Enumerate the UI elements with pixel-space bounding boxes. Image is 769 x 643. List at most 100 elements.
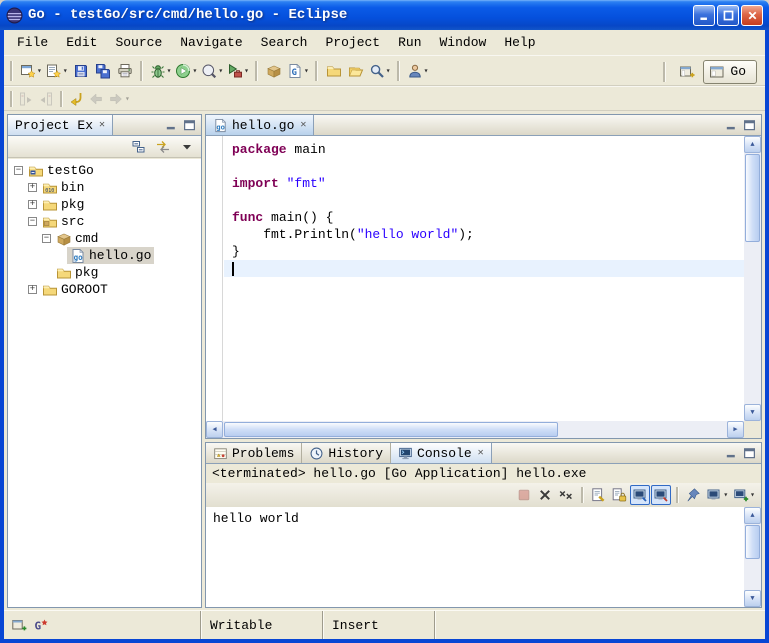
next-annotation-button[interactable] <box>16 89 36 109</box>
dropdown-arrow-icon[interactable]: ▾ <box>37 66 42 76</box>
tree-item-testgo[interactable]: −testGo <box>8 162 201 179</box>
go-perspective-button[interactable]: Go <box>703 60 757 84</box>
minimize-view-button[interactable] <box>724 118 739 133</box>
title-bar[interactable]: Go - testGo/src/cmd/hello.go - Eclipse <box>0 0 769 30</box>
menu-item-help[interactable]: Help <box>495 33 544 52</box>
menu-item-file[interactable]: File <box>8 33 57 52</box>
tree-item-cmd[interactable]: −cmd <box>8 230 201 247</box>
scrollbar-thumb[interactable] <box>745 154 760 242</box>
tree-item-bin[interactable]: +010bin <box>8 179 201 196</box>
dropdown-arrow-icon[interactable]: ▾ <box>192 66 197 76</box>
menu-item-search[interactable]: Search <box>252 33 317 52</box>
menu-item-window[interactable]: Window <box>431 33 496 52</box>
dropdown-arrow-icon[interactable]: ▾ <box>386 66 391 76</box>
code-line[interactable]: package main <box>224 141 744 158</box>
minimize-button[interactable] <box>693 5 715 26</box>
link-with-editor-button[interactable] <box>153 137 173 157</box>
close-tab-icon[interactable]: ✕ <box>300 119 306 131</box>
editor-vertical-scrollbar[interactable]: ▲ ▼ <box>744 136 761 421</box>
open-perspective-button[interactable] <box>676 60 698 84</box>
profile-button[interactable]: ▾ <box>199 59 225 83</box>
scroll-down-icon[interactable]: ▼ <box>744 590 761 607</box>
code-line[interactable]: fmt.Println("hello world"); <box>224 226 744 243</box>
search-button[interactable]: ▾ <box>367 59 393 83</box>
tree-item-hello-go[interactable]: gohello.go <box>8 247 201 264</box>
code-line[interactable]: import "fmt" <box>224 175 744 192</box>
new-go-app-button[interactable]: G▾ <box>285 59 311 83</box>
dropdown-arrow-icon[interactable]: ▾ <box>63 66 68 76</box>
scroll-right-icon[interactable]: ▶ <box>727 421 744 438</box>
open-resource-button[interactable] <box>323 59 345 83</box>
code-line[interactable] <box>224 158 744 175</box>
fast-view-icon[interactable] <box>11 617 27 633</box>
dropdown-arrow-icon[interactable]: ▾ <box>125 94 130 104</box>
tree-expander-icon[interactable]: + <box>28 183 37 192</box>
debug-button[interactable]: ▾ <box>148 59 174 83</box>
forward-button[interactable]: ▾ <box>106 89 132 109</box>
tab-problems[interactable]: Problems <box>206 443 302 463</box>
open-console-button[interactable]: ▾ <box>731 485 757 505</box>
dropdown-arrow-icon[interactable]: ▾ <box>218 66 223 76</box>
tree-expander-icon[interactable]: + <box>28 200 37 209</box>
menu-item-navigate[interactable]: Navigate <box>171 33 251 52</box>
dropdown-arrow-icon[interactable]: ▾ <box>723 490 728 500</box>
tab-history[interactable]: History <box>302 443 391 463</box>
code-line[interactable]: } <box>224 243 744 260</box>
show-on-stdout-button[interactable] <box>630 485 650 505</box>
dropdown-arrow-icon[interactable]: ▾ <box>424 66 429 76</box>
scroll-down-icon[interactable]: ▼ <box>744 404 761 421</box>
tree-item-pkg[interactable]: +pkg <box>8 196 201 213</box>
save-button[interactable] <box>70 59 92 83</box>
scrollbar-thumb[interactable] <box>745 525 760 559</box>
go-status-icon[interactable]: G <box>33 617 49 633</box>
tree-expander-icon[interactable]: − <box>14 166 23 175</box>
tab-console[interactable]: Console✕ <box>391 443 492 463</box>
display-console-button[interactable]: ▾ <box>704 485 730 505</box>
maximize-view-button[interactable] <box>742 118 757 133</box>
tree-expander-icon[interactable]: + <box>28 285 37 294</box>
dropdown-arrow-icon[interactable]: ▾ <box>244 66 249 76</box>
last-edit-location-button[interactable] <box>66 89 86 109</box>
save-all-button[interactable] <box>92 59 114 83</box>
open-folder-button[interactable] <box>345 59 367 83</box>
remove-all-launches-button[interactable] <box>556 485 576 505</box>
scroll-left-icon[interactable]: ◀ <box>206 421 223 438</box>
show-on-stderr-button[interactable] <box>651 485 671 505</box>
code-line[interactable] <box>224 192 744 209</box>
dropdown-arrow-icon[interactable]: ▾ <box>167 66 172 76</box>
menu-item-edit[interactable]: Edit <box>57 33 106 52</box>
team-button[interactable]: ▾ <box>405 59 431 83</box>
tree-expander-icon[interactable]: − <box>28 217 37 226</box>
new-wizard-button[interactable]: ▾ <box>18 59 44 83</box>
new-go-element-button[interactable]: ▾ <box>44 59 70 83</box>
code-area[interactable]: package main import "fmt" func main() { fm… <box>224 136 744 421</box>
external-tools-button[interactable]: ▾ <box>225 59 251 83</box>
tab-hello-go[interactable]: go hello.go ✕ <box>206 115 314 135</box>
menu-item-run[interactable]: Run <box>389 33 430 52</box>
menu-item-project[interactable]: Project <box>316 33 389 52</box>
console-output[interactable]: hello world <box>206 507 744 607</box>
view-menu-button[interactable] <box>177 137 197 157</box>
print-button[interactable] <box>114 59 136 83</box>
code-line[interactable]: func main() { <box>224 209 744 226</box>
minimize-view-button[interactable] <box>164 118 179 133</box>
remove-launch-button[interactable] <box>535 485 555 505</box>
clear-console-button[interactable] <box>588 485 608 505</box>
scroll-up-icon[interactable]: ▲ <box>744 507 761 524</box>
tree-item-src[interactable]: −src <box>8 213 201 230</box>
scrollbar-thumb[interactable] <box>224 422 558 437</box>
close-tab-icon[interactable]: ✕ <box>99 119 105 131</box>
back-button[interactable] <box>86 89 106 109</box>
terminate-button[interactable] <box>514 485 534 505</box>
tree-item-pkg[interactable]: pkg <box>8 264 201 281</box>
maximize-view-button[interactable] <box>742 446 757 461</box>
dropdown-arrow-icon[interactable]: ▾ <box>750 490 755 500</box>
tree-expander-icon[interactable]: − <box>42 234 51 243</box>
minimize-view-button[interactable] <box>724 446 739 461</box>
tab-project-explorer[interactable]: Project Ex ✕ <box>8 115 113 135</box>
console-vertical-scrollbar[interactable]: ▲ ▼ <box>744 507 761 607</box>
new-go-package-button[interactable] <box>263 59 285 83</box>
close-tab-icon[interactable]: ✕ <box>478 447 484 459</box>
code-line[interactable] <box>224 260 744 277</box>
pin-console-button[interactable] <box>683 485 703 505</box>
